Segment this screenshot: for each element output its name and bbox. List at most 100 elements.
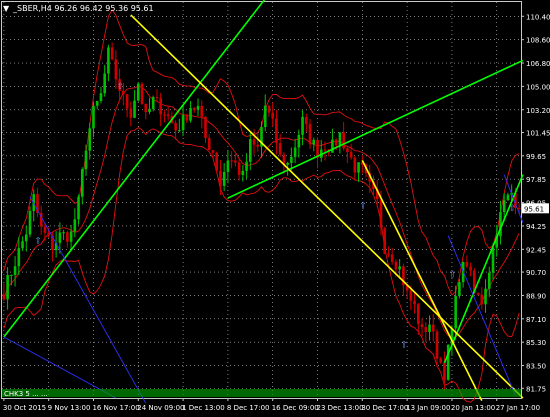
indicator-strip: CHK3 5 ... ...	[2, 389, 521, 398]
candle-body	[286, 162, 289, 165]
candle-body	[222, 171, 226, 186]
price-marker-label: 95.61	[524, 205, 544, 213]
y-tick-label: 99.65	[526, 153, 546, 161]
y-tick-label: 81.75	[526, 385, 546, 393]
candle-body	[129, 108, 133, 118]
candle-body	[413, 300, 416, 305]
candle-body	[428, 324, 431, 333]
y-tick-label: 83.50	[526, 363, 546, 371]
candle-body	[491, 247, 495, 273]
y-tick-label: 110.40	[526, 13, 550, 21]
candle-body	[476, 293, 480, 295]
candle-body	[278, 143, 282, 155]
candle-body	[502, 200, 506, 213]
candle-body	[293, 147, 297, 157]
candle-body	[439, 358, 443, 363]
x-tick-label: 30 Dec 17:00	[361, 404, 408, 412]
candle-body	[297, 134, 301, 148]
arrow-marker-icon: ⇧	[509, 204, 517, 214]
candle-body	[517, 207, 521, 209]
y-tick-label: 101.45	[526, 129, 550, 137]
candle-body	[21, 241, 24, 249]
candle-body	[469, 266, 472, 271]
candle-body	[178, 130, 181, 132]
candle-body	[248, 139, 252, 162]
candle-body	[379, 199, 383, 229]
candle-body	[62, 232, 65, 234]
x-tick-label: 16 Nov 17:00	[92, 404, 139, 412]
x-tick-label: 20 Jan 13:00	[451, 404, 495, 412]
y-tick-label: 88.90	[526, 292, 546, 300]
candle-body	[80, 169, 84, 197]
candle-body	[342, 132, 345, 149]
y-tick-label: 105.00	[526, 83, 550, 91]
y-tick-label: 87.10	[526, 316, 546, 324]
candle-body	[387, 253, 390, 255]
candle-body	[13, 266, 17, 275]
candle-body	[43, 226, 47, 233]
window-title: _SBER,H4 96.26 96.42 95.36 95.61	[12, 4, 154, 13]
candle-body	[234, 160, 237, 163]
candle-body	[196, 105, 200, 110]
candle-body	[114, 59, 118, 80]
candlestick-chart[interactable]: ⇧ ⇧ ⇧ ⇧ ⇧ ⇧ CHK3 5 ... ... 110.40 108.60 106.80…	[0, 0, 550, 413]
candle-body	[66, 232, 69, 242]
chart-window[interactable]: ⇧ ⇧ ⇧ ⇧ ⇧ ⇧ CHK3 5 ... ... 110.40 108.60 106.80…	[0, 0, 550, 413]
candle-body	[181, 115, 185, 131]
candle-body	[357, 162, 360, 173]
candle-body	[107, 47, 110, 74]
candle-body	[17, 248, 21, 267]
candle-body	[24, 234, 28, 242]
y-tick-label: 103.20	[526, 107, 550, 115]
candle-body	[312, 139, 316, 145]
candle-body	[144, 103, 148, 113]
candle-body	[2, 294, 6, 300]
candle-body	[338, 132, 342, 146]
candle-body	[155, 97, 159, 99]
candle-body	[487, 272, 491, 289]
y-tick-label: 90.70	[526, 269, 546, 277]
candle-body	[159, 98, 162, 115]
candle-body	[506, 194, 510, 201]
candle-body	[465, 261, 469, 267]
x-tick-label: 9 Nov 13:00	[48, 404, 91, 412]
candle-body	[215, 152, 219, 171]
candle-body	[77, 196, 80, 220]
arrow-marker-icon: ⇧	[117, 82, 125, 92]
candle-body	[308, 124, 312, 145]
candle-body	[424, 327, 428, 333]
x-tick-label: 23 Dec 13:00	[317, 404, 364, 412]
candle-body	[185, 115, 189, 121]
y-tick-label: 97.85	[526, 176, 546, 184]
candle-body	[454, 295, 457, 329]
x-tick-label: 30 Oct 2015	[3, 404, 46, 412]
candle-body	[271, 112, 275, 119]
candle-body	[290, 156, 293, 163]
candle-body	[73, 219, 77, 232]
arrow-marker-icon: ⇧	[34, 237, 42, 247]
candle-body	[125, 94, 129, 109]
candle-body	[10, 274, 13, 276]
arrow-marker-icon: ⇧	[449, 270, 457, 280]
candle-body	[349, 151, 353, 158]
x-tick-label: 8 Dec 17:00	[227, 404, 270, 412]
candle-body	[417, 304, 420, 325]
candle-body	[346, 148, 349, 152]
candle-body	[99, 93, 103, 101]
candle-body	[200, 105, 204, 117]
candle-body	[95, 100, 99, 106]
candle-body	[435, 331, 439, 359]
candle-body	[84, 150, 88, 170]
candle-body	[237, 162, 241, 175]
candle-body	[267, 105, 271, 113]
candle-body	[263, 105, 267, 128]
candle-body	[334, 139, 338, 146]
candle-body	[163, 114, 166, 116]
candle-body	[192, 107, 196, 110]
candle-body	[409, 290, 413, 301]
candle-body	[245, 161, 248, 171]
arrow-marker-icon: ⇧	[400, 340, 408, 350]
chart-menu-arrow-icon[interactable]: ▼	[3, 4, 10, 13]
candle-body	[151, 97, 155, 109]
candle-body	[140, 83, 144, 104]
